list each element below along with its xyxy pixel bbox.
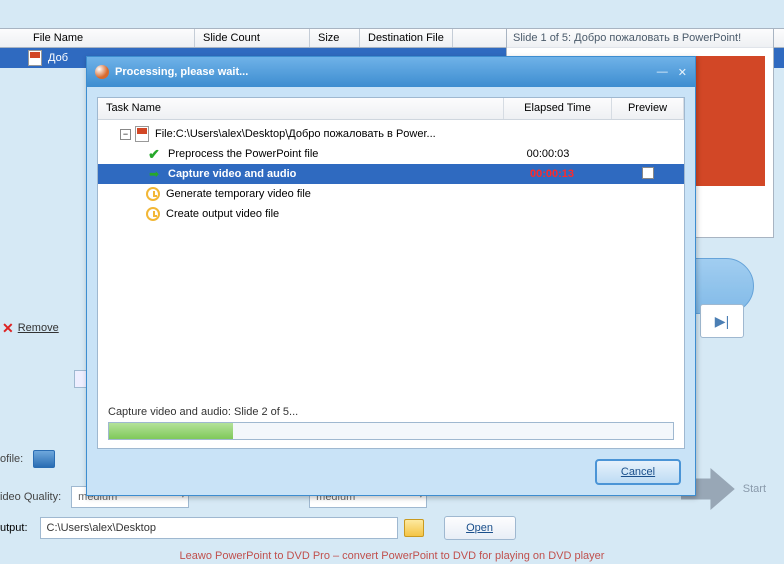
next-slide-button[interactable]: ▶| — [700, 304, 744, 338]
status-text: Capture video and audio: Slide 2 of 5... — [108, 406, 298, 418]
output-path-field[interactable]: C:\Users\alex\Desktop — [40, 517, 398, 539]
check-icon: ✔ — [146, 146, 162, 163]
minimize-button[interactable]: — — [657, 66, 668, 78]
video-quality-label: ideo Quality: — [0, 491, 61, 503]
clock-icon — [146, 207, 160, 221]
collapse-icon[interactable]: − — [120, 129, 131, 140]
task-table-header: Task Name Elapsed Time Preview — [98, 98, 684, 120]
col-preview[interactable]: Preview — [612, 98, 684, 119]
task-tree: − File:C:\Users\alex\Desktop\Добро пожал… — [98, 120, 684, 228]
dialog-titlebar[interactable]: Processing, please wait... — ✕ — [87, 57, 695, 87]
col-size[interactable]: Size — [310, 29, 360, 47]
profile-icon[interactable] — [33, 450, 55, 468]
remove-label: Remove — [18, 322, 59, 334]
footer-link[interactable]: Leawo PowerPoint to DVD Pro – convert Po… — [0, 550, 784, 562]
col-slide-count[interactable]: Slide Count — [195, 29, 310, 47]
processing-dialog: Processing, please wait... — ✕ Task Name… — [86, 56, 696, 496]
task-label: Create output video file — [166, 208, 279, 220]
slide-preview-title: Slide 1 of 5: Добро пожаловать в PowerPo… — [507, 29, 773, 48]
arrow-right-icon: ➡ — [146, 167, 162, 181]
task-root[interactable]: − File:C:\Users\alex\Desktop\Добро пожал… — [102, 124, 680, 144]
output-row: utput: C:\Users\alex\Desktop Open — [0, 516, 516, 540]
task-create-output[interactable]: Create output video file — [102, 204, 680, 224]
task-time: 00:00:13 — [498, 168, 606, 180]
output-label: utput: — [0, 522, 28, 534]
clock-icon — [146, 187, 160, 201]
file-row-name: Доб — [48, 52, 68, 64]
dialog-body: Task Name Elapsed Time Preview − File:C:… — [97, 97, 685, 449]
cancel-label: Cancel — [621, 466, 655, 478]
powerpoint-file-icon — [135, 126, 149, 142]
profile-row: ofile: — [0, 448, 55, 470]
task-label: Generate temporary video file — [166, 188, 311, 200]
remove-x-icon: ✕ — [2, 320, 14, 337]
open-button[interactable]: Open — [444, 516, 516, 540]
browse-folder-icon[interactable] — [404, 519, 424, 537]
task-label: Capture video and audio — [168, 168, 296, 180]
powerpoint-file-icon — [28, 50, 42, 66]
remove-button[interactable]: ✕ Remove — [0, 318, 59, 338]
task-label: Preprocess the PowerPoint file — [168, 148, 318, 160]
col-dest-file[interactable]: Destination File — [360, 29, 453, 47]
task-root-label: File:C:\Users\alex\Desktop\Добро пожалов… — [155, 128, 436, 140]
progress-fill — [109, 423, 233, 439]
col-task-name[interactable]: Task Name — [98, 98, 504, 119]
cancel-button[interactable]: Cancel — [595, 459, 681, 485]
col-file-name[interactable]: File Name — [25, 29, 195, 47]
task-preview-cell — [618, 167, 678, 182]
task-generate-temp[interactable]: Generate temporary video file — [102, 184, 680, 204]
col-elapsed-time[interactable]: Elapsed Time — [504, 98, 612, 119]
preview-checkbox[interactable] — [642, 167, 654, 179]
profile-label: ofile: — [0, 453, 23, 465]
progress-bar — [108, 422, 674, 440]
close-button[interactable]: ✕ — [678, 66, 687, 79]
start-label: Start — [743, 483, 766, 495]
dialog-title-text: Processing, please wait... — [115, 66, 248, 78]
task-capture[interactable]: ➡ Capture video and audio 00:00:13 — [98, 164, 684, 184]
task-preprocess[interactable]: ✔ Preprocess the PowerPoint file 00:00:0… — [102, 144, 680, 164]
task-time: 00:00:03 — [494, 148, 602, 160]
processing-spinner-icon — [95, 65, 109, 79]
